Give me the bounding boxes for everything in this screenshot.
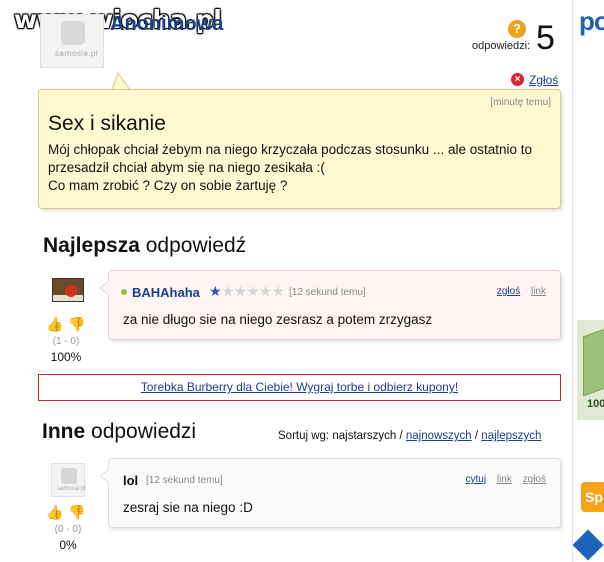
avatar-caption: samosia.pl	[57, 486, 86, 492]
sidebar-image-text: 100	[587, 398, 604, 410]
thumb-down-icon[interactable]: 👎	[68, 316, 85, 332]
answers-label: odpowiedzi:	[472, 40, 531, 52]
question-body-line: Co mam zrobić ? Czy on sobie żartuję ?	[48, 178, 288, 193]
answer-text: za nie długo sie na niego zesrasz a pote…	[123, 312, 433, 327]
best-answer-bubble: BAHAhaha ★★★★★★ [12 sekund temu] zgłoś l…	[100, 270, 561, 340]
question-time: [minutę temu]	[490, 97, 551, 108]
sort-label: Sortuj wg:	[278, 430, 330, 442]
ad-banner: Torebka Burberry dla Ciebie! Wygraj torb…	[38, 374, 561, 401]
sort-bar: Sortuj wg: najstarszych / najnowszych / …	[278, 430, 542, 442]
sidebar-logo[interactable]: po	[579, 6, 604, 37]
question-title: Sex i sikanie	[48, 112, 166, 135]
answerer-name[interactable]: lol	[123, 473, 138, 488]
sidebar-badge-icon	[573, 529, 604, 561]
quote-answer-link[interactable]: cytuj	[466, 474, 487, 485]
bubble-tail	[100, 280, 110, 296]
question-body-line: Mój chłopak chciał żebym na niego krzycz…	[48, 142, 533, 157]
sidebar-ad-image[interactable]: 100	[577, 320, 604, 420]
asker-name[interactable]: Anonimowa	[110, 13, 223, 36]
answers-count: 5	[536, 19, 555, 57]
sidebar-button[interactable]: Sp	[581, 482, 604, 512]
star-icon: ★	[209, 283, 222, 299]
sort-best-link[interactable]: najlepszych	[481, 430, 541, 442]
sort-current: najstarszych	[332, 430, 397, 442]
best-answer-heading-bold: Najlepsza	[43, 234, 140, 257]
bubble-tail	[111, 72, 137, 90]
star-icon: ★	[271, 283, 285, 299]
thumb-down-icon[interactable]: 👎	[68, 504, 85, 520]
answer-time: [12 sekund temu]	[289, 287, 366, 298]
rating-stars: ★★★★★★	[209, 283, 284, 300]
ad-link[interactable]: Torebka Burberry dla Ciebie! Wygraj torb…	[141, 380, 458, 394]
answer-permalink[interactable]: link	[531, 286, 546, 297]
answerer-avatar[interactable]: samosia.pl	[51, 463, 86, 497]
answers-count-box: ? odpowiedzi: 5	[470, 18, 560, 58]
star-icon: ★	[221, 283, 235, 299]
question-body: Mój chłopak chciał żebym na niego krzycz…	[48, 141, 558, 195]
other-answers-heading-rest: odpowiedzi	[91, 420, 197, 443]
report-answer-link[interactable]: zgłoś	[523, 474, 546, 485]
answer-bubble: lol [12 sekund temu] cytuj link zgłoś ze…	[100, 458, 561, 528]
vote-percent: 0%	[59, 538, 77, 552]
default-avatar-icon	[61, 468, 77, 484]
other-answers-heading: Inne odpowiedzi	[42, 420, 196, 444]
star-icon: ★	[246, 283, 260, 299]
question-mark-icon: ?	[508, 20, 526, 38]
online-status-dot	[121, 289, 127, 295]
avatar-photo-subject	[65, 285, 77, 297]
answerer-name[interactable]: BAHAhaha	[132, 285, 200, 300]
best-answer-heading: Najlepsza odpowiedź	[43, 234, 246, 258]
answer-permalink[interactable]: link	[497, 474, 512, 485]
default-avatar-icon	[61, 21, 85, 45]
best-answer-heading-rest: odpowiedź	[145, 234, 247, 257]
report-question-link[interactable]: Zgłoś	[529, 73, 558, 87]
thumb-up-icon[interactable]: 👍	[46, 504, 63, 520]
best-answerer-avatar[interactable]	[52, 278, 84, 302]
star-icon: ★	[234, 283, 247, 299]
vote-counts: (1 - 0)	[52, 336, 80, 347]
answer-actions: zgłoś link	[489, 286, 546, 297]
answer-text: zesraj sie na niego :D	[123, 500, 253, 515]
bubble-tail	[100, 468, 110, 484]
asker-avatar[interactable]: samosia.pl	[40, 14, 104, 68]
sort-newest-link[interactable]: najnowszych	[406, 430, 472, 442]
vote-percent: 100%	[50, 350, 82, 364]
answer-actions: cytuj link zgłoś	[458, 474, 547, 485]
report-answer-link[interactable]: zgłoś	[497, 286, 520, 297]
banknote-image	[583, 323, 604, 397]
star-icon: ★	[259, 283, 272, 299]
other-answers-heading-bold: Inne	[42, 420, 86, 443]
question-bubble: [minutę temu] Sex i sikanie Mój chłopak …	[38, 89, 561, 209]
thumb-up-icon[interactable]: 👍	[46, 316, 63, 332]
answer-time: [12 sekund temu]	[146, 475, 223, 486]
vote-counts: (0 - 0)	[54, 524, 82, 535]
sidebar-strip: po 100 Sp	[572, 0, 604, 562]
report-icon[interactable]: ×	[511, 73, 524, 86]
question-body-line: przesadził chciał abym się na niego zesi…	[48, 160, 325, 175]
avatar-caption: samosia.pl	[55, 49, 98, 58]
